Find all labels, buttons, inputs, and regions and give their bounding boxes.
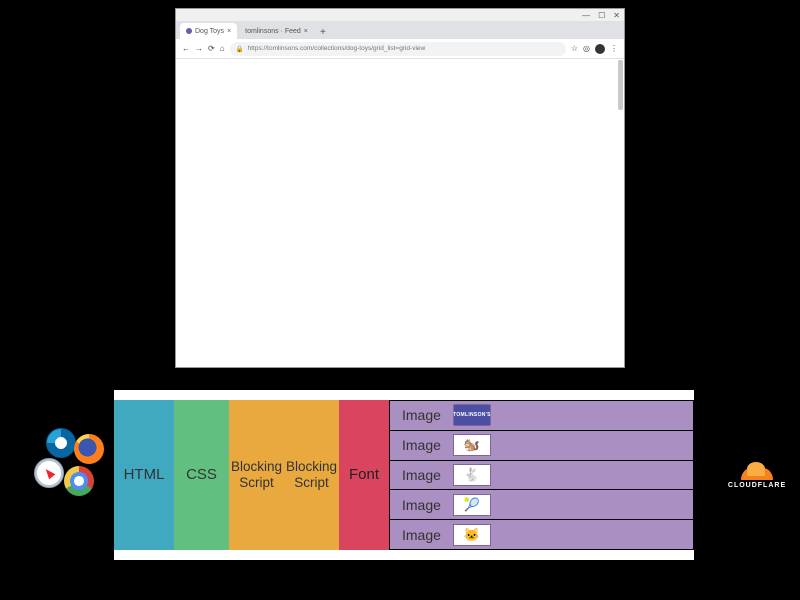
- image-label: Image: [402, 407, 441, 423]
- bookmark-star-icon[interactable]: ☆: [571, 44, 578, 53]
- window-titlebar: — ☐ ✕: [176, 9, 624, 21]
- nav-forward-icon[interactable]: →: [195, 44, 203, 53]
- safari-icon: [34, 458, 64, 488]
- block-css: CSS: [174, 400, 229, 550]
- browser-vendor-logos: [34, 428, 112, 506]
- nav-home-icon[interactable]: ⌂: [220, 44, 225, 53]
- tab-strip: Dog Toys × tomlinsons · Feed × +: [176, 21, 624, 39]
- image-label: Image: [402, 497, 441, 513]
- firefox-icon: [74, 434, 104, 464]
- image-label: Image: [402, 527, 441, 543]
- tab-close-icon[interactable]: ×: [227, 28, 231, 35]
- window-max-icon[interactable]: ☐: [598, 11, 605, 20]
- image-row: Image 🐇: [389, 461, 694, 491]
- tab-close-icon[interactable]: ×: [304, 28, 308, 35]
- kebab-menu-icon[interactable]: ⋮: [610, 44, 618, 53]
- image-row: Image 🐿️: [389, 431, 694, 461]
- favicon-icon: [186, 28, 192, 34]
- window-close-icon[interactable]: ✕: [613, 11, 620, 20]
- block-blocking-script-1: Blocking Script: [229, 400, 284, 550]
- nav-back-icon[interactable]: ←: [182, 44, 190, 53]
- cloudflare-cloud-icon: [737, 460, 777, 480]
- window-min-icon[interactable]: —: [582, 11, 590, 20]
- browser-window: — ☐ ✕ Dog Toys × tomlinsons · Feed × + ←…: [175, 8, 625, 368]
- tab-tomlinsons[interactable]: tomlinsons · Feed ×: [239, 23, 314, 39]
- waterfall-diagram: HTML CSS Blocking Script Blocking Script…: [114, 400, 694, 550]
- edge-icon: [46, 428, 76, 458]
- image-thumb-bunny: 🐇: [453, 464, 491, 486]
- waterfall-panel: HTML CSS Blocking Script Blocking Script…: [114, 390, 694, 560]
- block-html: HTML: [114, 400, 174, 550]
- image-thumb-balls: 🎾: [453, 494, 491, 516]
- block-images: Image TOMLINSON'S Image 🐿️ Image 🐇 Image…: [389, 400, 694, 550]
- image-thumb-squirrel: 🐿️: [453, 434, 491, 456]
- cloudflare-wordmark: CLOUDFLARE: [717, 482, 797, 489]
- image-row: Image 🎾: [389, 490, 694, 520]
- profile-avatar[interactable]: [595, 44, 605, 54]
- url-text: https://tomlinsons.com/collections/dog-t…: [248, 45, 426, 52]
- tab-label: Dog Toys: [195, 28, 224, 35]
- block-font: Font: [339, 400, 389, 550]
- address-bar: ← → ⟳ ⌂ 🔒 https://tomlinsons.com/collect…: [176, 39, 624, 59]
- tab-label: tomlinsons · Feed: [245, 28, 301, 35]
- image-thumb-logo: TOMLINSON'S: [453, 404, 491, 426]
- image-label: Image: [402, 467, 441, 483]
- new-tab-button[interactable]: +: [316, 25, 330, 39]
- image-row: Image TOMLINSON'S: [389, 400, 694, 431]
- extension-icon[interactable]: ◎: [583, 44, 590, 53]
- scrollbar[interactable]: [618, 60, 623, 110]
- image-label: Image: [402, 437, 441, 453]
- nav-reload-icon[interactable]: ⟳: [208, 44, 215, 53]
- tab-dog-toys[interactable]: Dog Toys ×: [180, 23, 237, 39]
- url-field[interactable]: 🔒 https://tomlinsons.com/collections/dog…: [230, 42, 566, 56]
- cloudflare-logo: CLOUDFLARE: [717, 460, 797, 489]
- chrome-icon: [64, 466, 94, 496]
- image-row: Image 🐱: [389, 520, 694, 550]
- browser-viewport: [176, 59, 624, 367]
- image-thumb-cat: 🐱: [453, 524, 491, 546]
- block-blocking-script-2: Blocking Script: [284, 400, 339, 550]
- lock-icon: 🔒: [236, 45, 244, 53]
